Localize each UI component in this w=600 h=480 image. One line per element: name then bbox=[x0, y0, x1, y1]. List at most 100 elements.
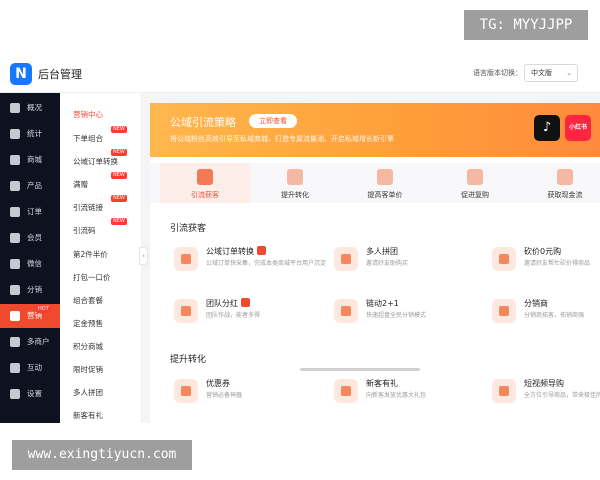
sidebar-item-member[interactable]: 会员 bbox=[0, 226, 60, 250]
tiktok-icon: ♪ bbox=[534, 115, 560, 141]
watermark-top: TG: MYYJJPP bbox=[464, 10, 588, 40]
top-bar: N 后台管理 语言版本切换： 中文版 ⌄ bbox=[0, 55, 600, 93]
card-desc: 团队作战，能者多得 bbox=[206, 312, 261, 319]
settings-icon bbox=[10, 389, 20, 399]
card-coupon[interactable]: 优惠券 营销必备神器 bbox=[174, 378, 324, 412]
chain-icon bbox=[334, 299, 358, 323]
horizontal-scrollbar[interactable] bbox=[300, 368, 420, 371]
sidebar-item-marketing[interactable]: 营销 HOT bbox=[0, 304, 60, 328]
submenu-item-deposit-presale[interactable]: 定金预售 bbox=[73, 318, 103, 329]
main-sidebar: 概况 统计 商城 产品 订单 会员 微信 分销 营销 HOT 多商户 互动 设置 bbox=[0, 93, 60, 423]
acquire-icon bbox=[197, 169, 213, 185]
coupon-icon bbox=[174, 379, 198, 403]
distribution-icon bbox=[10, 285, 20, 295]
tab-acquire[interactable]: 引流获客 bbox=[160, 163, 250, 203]
sidebar-item-distribution[interactable]: 分销 bbox=[0, 278, 60, 302]
card-short-video[interactable]: 短视频导购 全方位引导商品，带来极佳的购物体验 bbox=[492, 378, 600, 412]
new-badge: NEW bbox=[111, 218, 127, 225]
group-buy-icon bbox=[334, 247, 358, 271]
new-badge: NEW bbox=[111, 172, 127, 179]
submenu-item-flash-sale[interactable]: 限时促销 bbox=[73, 364, 103, 375]
card-group-buy[interactable]: 多人拼团 邀请好友助购买 bbox=[334, 246, 484, 280]
submenu-item-new-customer-gift[interactable]: 新客有礼 bbox=[73, 410, 103, 421]
submenu-item-marketing-center[interactable]: 营销中心 bbox=[73, 109, 103, 120]
xiaohongshu-icon: 小红书 bbox=[565, 115, 591, 141]
cash-flow-icon bbox=[557, 169, 573, 185]
shop-icon bbox=[10, 155, 20, 165]
submenu-item-traffic-link[interactable]: 引流链接 NEW bbox=[73, 195, 127, 213]
card-title: 多人拼团 bbox=[366, 247, 398, 256]
submenu-item-order-combo[interactable]: 下单组合 NEW bbox=[73, 126, 127, 144]
sidebar-item-shop[interactable]: 商城 bbox=[0, 148, 60, 172]
submenu-item-bundle-price[interactable]: 打包一口价 bbox=[73, 272, 111, 283]
chevron-down-icon: ⌄ bbox=[566, 69, 572, 77]
main-content: 公域引流策略 立即查看 将公域粉丝高效引导至私域商城、打造专属流量池、开启私域增… bbox=[150, 103, 600, 423]
card-desc: 向新客发放优惠大礼包 bbox=[366, 392, 427, 399]
submenu-item-group-buy[interactable]: 多人拼团 bbox=[73, 387, 103, 398]
hot-badge: HOT bbox=[36, 306, 51, 313]
card-desc: 快速超盘全民分销模式 bbox=[366, 312, 427, 319]
watermark-bottom: www.exingtiyucn.com bbox=[12, 440, 192, 470]
hot-badge-icon bbox=[241, 298, 250, 307]
submenu-item-traffic-code[interactable]: 引流码 NEW bbox=[73, 218, 127, 236]
stats-icon bbox=[10, 129, 20, 139]
merchants-icon bbox=[10, 337, 20, 347]
card-bargain[interactable]: 砍价0元购 邀请好友帮忙砍价得商品 bbox=[492, 246, 600, 280]
card-desc: 邀请好友帮忙砍价得商品 bbox=[524, 260, 591, 267]
submenu-item-public-order-convert[interactable]: 公域订单转换 NEW bbox=[73, 149, 127, 167]
card-desc: 营销必备神器 bbox=[206, 392, 243, 399]
card-title: 砍价0元购 bbox=[524, 247, 562, 256]
banner-title: 公域引流策略 bbox=[170, 116, 236, 129]
sidebar-item-settings[interactable]: 设置 bbox=[0, 382, 60, 406]
submenu-item-second-half-price[interactable]: 第2件半价 bbox=[73, 249, 108, 260]
sidebar-item-merchants[interactable]: 多商户 bbox=[0, 330, 60, 354]
overview-icon bbox=[10, 103, 20, 113]
order-convert-icon bbox=[174, 247, 198, 271]
distributor-icon bbox=[492, 299, 516, 323]
app-title: 后台管理 bbox=[38, 68, 82, 81]
logo-icon: N bbox=[10, 63, 32, 85]
product-icon bbox=[10, 181, 20, 191]
card-title: 新客有礼 bbox=[366, 379, 398, 388]
language-label: 语言版本切换： bbox=[473, 69, 522, 77]
sidebar-item-wechat[interactable]: 微信 bbox=[0, 252, 60, 276]
sidebar-item-stats[interactable]: 统计 bbox=[0, 122, 60, 146]
card-title: 短视频导购 bbox=[524, 379, 564, 388]
new-badge: NEW bbox=[111, 195, 127, 202]
promo-banner: 公域引流策略 立即查看 将公域粉丝高效引导至私域商城、打造专属流量池、开启私域增… bbox=[150, 103, 600, 157]
card-distributor[interactable]: 分销商 分销商拓客，拓销商强 bbox=[492, 298, 600, 332]
card-title: 团队分红 bbox=[206, 299, 238, 308]
card-public-order-convert[interactable]: 公域订单转换 公域订单快采集，完成本类商城平台用户沉淀 bbox=[174, 246, 326, 280]
sidebar-item-product[interactable]: 产品 bbox=[0, 174, 60, 198]
convert-icon bbox=[287, 169, 303, 185]
strategy-tabs: 引流获客 提升转化 提高客单价 促进复购 获取现金流 bbox=[150, 163, 600, 203]
tab-repurchase[interactable]: 促进复购 bbox=[430, 163, 520, 203]
tab-convert[interactable]: 提升转化 bbox=[250, 163, 340, 203]
language-value: 中文版 bbox=[531, 69, 552, 77]
sidebar-item-order[interactable]: 订单 bbox=[0, 200, 60, 224]
hot-badge-icon bbox=[257, 246, 266, 255]
card-new-customer-gift[interactable]: 新客有礼 向新客发放优惠大礼包 bbox=[334, 378, 484, 412]
card-desc: 全方位引导商品，带来极佳的购物体验 bbox=[524, 392, 600, 399]
submenu-item-gift[interactable]: 满赠 NEW bbox=[73, 172, 127, 190]
card-desc: 邀请好友助购买 bbox=[366, 260, 409, 267]
view-now-button[interactable]: 立即查看 bbox=[249, 114, 297, 128]
collapse-submenu-button[interactable]: ‹ bbox=[139, 247, 148, 265]
submenu-item-combo-package[interactable]: 组合套餐 bbox=[73, 295, 103, 306]
tab-order-value[interactable]: 提高客单价 bbox=[340, 163, 430, 203]
member-icon bbox=[10, 233, 20, 243]
banner-subtitle: 将公域粉丝高效引导至私域商城、打造专属流量池、开启私域增长新引擎 bbox=[170, 135, 394, 143]
card-title: 链动2+1 bbox=[366, 299, 399, 308]
marketing-submenu: 营销中心 下单组合 NEW 公域订单转换 NEW 满赠 NEW 引流链接 NEW 引流码… bbox=[60, 93, 142, 423]
card-title: 优惠券 bbox=[206, 379, 230, 388]
submenu-item-points-mall[interactable]: 积分商城 bbox=[73, 341, 103, 352]
interaction-icon bbox=[10, 363, 20, 373]
sidebar-item-interaction[interactable]: 互动 bbox=[0, 356, 60, 380]
language-select[interactable]: 中文版 ⌄ bbox=[524, 64, 578, 82]
new-badge: NEW bbox=[111, 149, 127, 156]
tab-cash-flow[interactable]: 获取现金流 bbox=[520, 163, 600, 203]
card-team-bonus[interactable]: 团队分红 团队作战，能者多得 bbox=[174, 298, 324, 332]
card-chain[interactable]: 链动2+1 快速超盘全民分销模式 bbox=[334, 298, 484, 332]
card-desc: 分销商拓客，拓销商强 bbox=[524, 312, 585, 319]
sidebar-item-overview[interactable]: 概况 bbox=[0, 96, 60, 120]
